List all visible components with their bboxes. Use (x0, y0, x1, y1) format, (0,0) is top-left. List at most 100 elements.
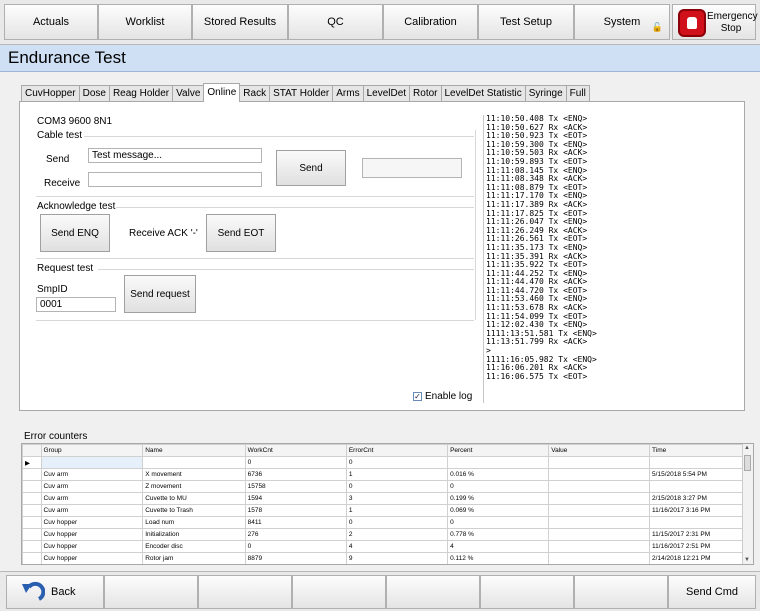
table-row[interactable]: Cuv arm Cuvette to Trash 1578 1 0.069 % 11/16… (22, 504, 753, 517)
table-cell: 0 (244, 540, 347, 553)
divider (84, 136, 474, 137)
nav-stored-results-button[interactable]: Stored Results (192, 4, 288, 40)
smpid-input[interactable] (36, 297, 116, 312)
table-row[interactable]: Cuv hopper Initialization 276 2 0.778 % 11/15… (22, 528, 753, 541)
communication-log[interactable]: 11:10:50.408 Tx <ENQ> 11:10:50.627 Rx <A… (483, 115, 734, 403)
receive-message-input[interactable] (88, 172, 262, 187)
nav-qc-button[interactable]: QC (288, 4, 383, 40)
tab-reag-holder[interactable]: Reag Holder (108, 85, 174, 102)
error-counters-table: Group Name WorkCnt ErrorCnt Percent Value Time… (22, 444, 753, 564)
table-cell: 1578 (244, 504, 347, 517)
row-selector[interactable] (22, 468, 42, 481)
table-cell (548, 552, 651, 564)
table-cell: Initialization (142, 528, 246, 541)
column-header[interactable]: Percent (447, 444, 550, 457)
nav-actuals-button[interactable]: Actuals (4, 4, 98, 40)
table-row[interactable]: ▶ 0 0 (22, 456, 753, 469)
table-cell: 0 (345, 516, 449, 529)
table-row[interactable]: Cuv hopper Encoder disc 0 4 4 11/16/2017 2:51… (22, 540, 753, 553)
row-selector[interactable] (22, 480, 42, 493)
grid-scrollbar[interactable]: ▲ ▼ (742, 444, 753, 564)
tab-valve[interactable]: Valve (172, 85, 205, 102)
bottom-toolbar: Back Send Cmd (0, 571, 760, 611)
row-selector[interactable] (22, 552, 42, 564)
send-cmd-button[interactable]: Send Cmd (668, 575, 756, 609)
table-cell: 2/14/2018 12:21 PM (649, 552, 753, 564)
column-header[interactable]: Value (548, 444, 651, 457)
table-cell: 4 (447, 540, 550, 553)
tab-leveldet[interactable]: LevelDet (362, 85, 411, 102)
scroll-thumb[interactable] (744, 455, 751, 471)
tab-cuvhopper[interactable]: CuvHopper (21, 85, 80, 102)
send-message-input[interactable] (88, 148, 262, 163)
cable-send-button[interactable]: Send (276, 150, 346, 186)
table-row[interactable]: Cuv hopper Load num 8411 0 0 (22, 516, 753, 529)
table-cell: Cuv arm (40, 480, 144, 493)
tab-leveldet-statistic[interactable]: LevelDet Statistic (440, 85, 526, 102)
back-button[interactable]: Back (6, 575, 104, 609)
send-request-button[interactable]: Send request (124, 275, 196, 313)
enable-log-checkbox[interactable]: ✓ (413, 392, 422, 401)
send-eot-button[interactable]: Send EOT (206, 214, 276, 252)
function-button-2[interactable] (104, 575, 198, 609)
row-selector[interactable] (22, 504, 42, 517)
error-counters-grid: Group Name WorkCnt ErrorCnt Percent Value Time… (21, 443, 754, 565)
back-arrow-icon (22, 581, 45, 601)
table-row[interactable]: Cuv arm Cuvette to MU 1594 3 0.199 % 2/15/201… (22, 492, 753, 505)
scroll-down-icon[interactable]: ▼ (744, 557, 750, 563)
function-button-6[interactable] (480, 575, 574, 609)
scroll-up-icon[interactable]: ▲ (744, 445, 750, 451)
function-button-7[interactable] (574, 575, 668, 609)
nav-worklist-button[interactable]: Worklist (98, 4, 192, 40)
send-label: Send (46, 154, 70, 165)
table-cell: 4 (345, 540, 449, 553)
table-row[interactable]: Cuv arm X movement 6736 1 0.016 % 5/15/2018 5… (22, 468, 753, 481)
tab-rotor[interactable]: Rotor (409, 85, 442, 102)
function-button-3[interactable] (198, 575, 292, 609)
table-cell (548, 516, 651, 529)
emergency-stop-button[interactable]: Emergency Stop (672, 4, 758, 40)
row-selector[interactable] (22, 492, 42, 505)
title-bar: Endurance Test (0, 45, 760, 72)
tab-dose[interactable]: Dose (78, 85, 110, 102)
enable-log-label: Enable log (425, 391, 473, 402)
log-text: 11:10:50.408 Tx <ENQ> 11:10:50.627 Rx <A… (486, 115, 597, 381)
nav-system-button[interactable]: System 🔓 (574, 4, 670, 40)
row-selector[interactable] (22, 516, 42, 529)
table-cell: 1594 (244, 492, 347, 505)
table-cell: Rotor jam (142, 552, 246, 564)
column-header[interactable]: WorkCnt (244, 444, 347, 457)
acknowledge-test-title: Acknowledge test (37, 201, 116, 212)
row-selector[interactable] (22, 528, 42, 541)
cable-test-result-field (362, 158, 462, 178)
divider (36, 320, 474, 321)
table-cell: 0 (244, 456, 347, 469)
column-header[interactable]: Group (40, 444, 144, 457)
nav-calibration-button[interactable]: Calibration (383, 4, 478, 40)
row-selector[interactable]: ▶ (22, 456, 42, 469)
tab-full[interactable]: Full (565, 85, 590, 102)
function-button-5[interactable] (386, 575, 480, 609)
column-header[interactable]: ErrorCnt (345, 444, 449, 457)
nav-test-setup-button[interactable]: Test Setup (478, 4, 574, 40)
table-cell: 0 (345, 456, 449, 469)
tab-online[interactable]: Online (203, 83, 241, 102)
table-row[interactable]: Cuv arm Z movement 15758 0 0 (22, 480, 753, 493)
table-cell: Cuv hopper (40, 552, 144, 564)
lock-icon: 🔓 (651, 22, 663, 32)
column-header[interactable]: Name (142, 444, 246, 457)
table-cell: 276 (244, 528, 347, 541)
tab-syringe[interactable]: Syringe (524, 85, 567, 102)
tab-rack[interactable]: Rack (239, 85, 271, 102)
column-header[interactable]: Time (649, 444, 753, 457)
function-button-4[interactable] (292, 575, 386, 609)
table-cell: 0 (447, 516, 550, 529)
table-cell: 2 (345, 528, 449, 541)
row-selector[interactable] (22, 540, 42, 553)
table-row[interactable]: Cuv hopper Rotor jam 8879 9 0.112 % 2/14/2018… (22, 552, 753, 564)
tab-arms[interactable]: Arms (332, 85, 364, 102)
send-enq-button[interactable]: Send ENQ (40, 214, 110, 252)
tab-stat-holder[interactable]: STAT Holder (269, 85, 334, 102)
table-cell: 0.069 % (447, 504, 550, 517)
table-cell (548, 456, 651, 469)
